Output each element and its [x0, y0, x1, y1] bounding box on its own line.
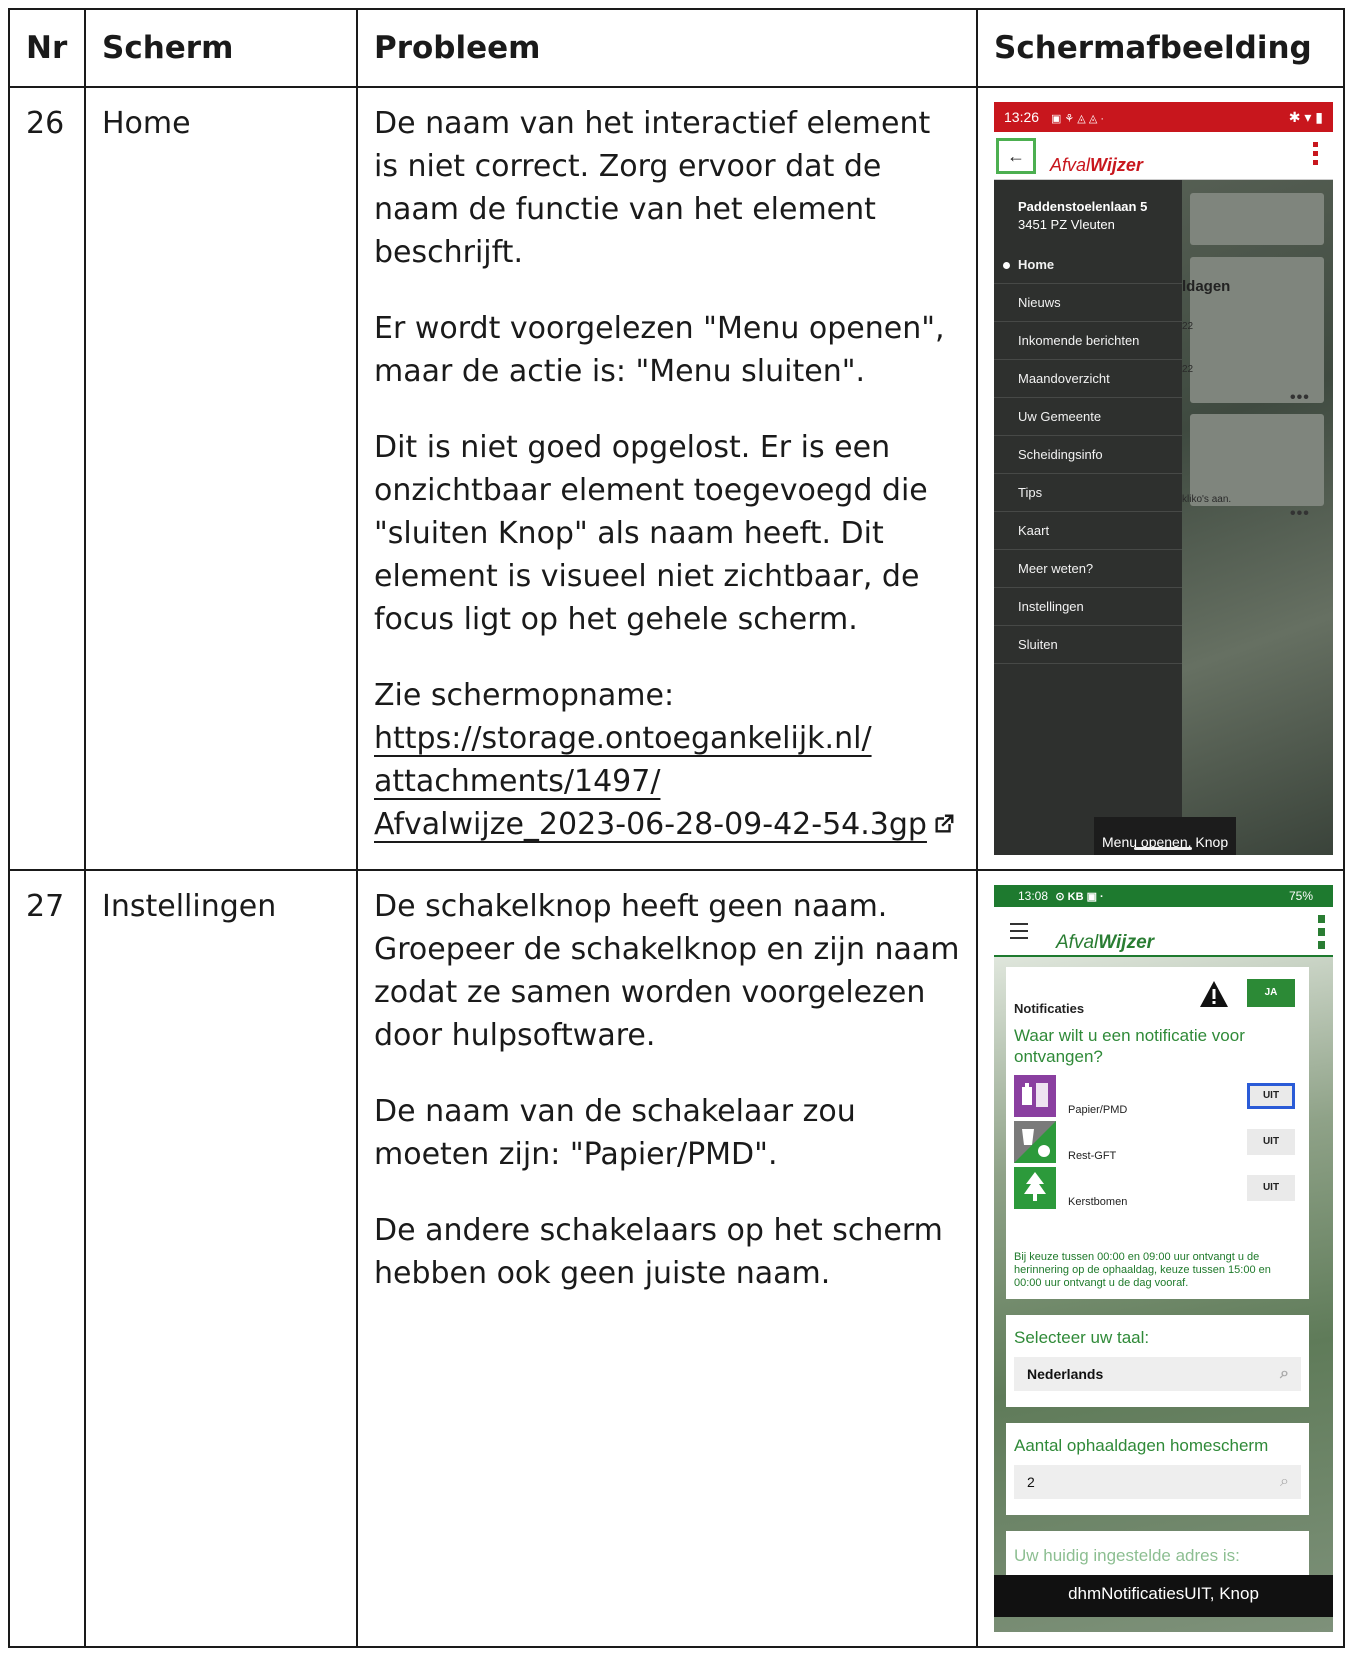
probleem-paragraph: Zie schermopname:: [374, 678, 675, 713]
battery-level: 75%: [1288, 889, 1313, 903]
external-link-icon: [935, 814, 954, 833]
app-bar: ← AfvalWijzer: [994, 132, 1333, 180]
logo-bold: Wijzer: [1098, 932, 1155, 953]
probleem-paragraph: De andere schakelaars op het scherm hebb…: [374, 1213, 943, 1291]
status-icons: ⊙ KB ▣ ·: [1055, 891, 1104, 903]
row-screenshot: 13:26 ▣ ⚘ ◬ ◬ · ✱ ▾ ▮ ← AfvalWijzer ldag…: [976, 86, 1345, 871]
table-header-row: Nr Scherm Probleem Schermafbeelding: [8, 8, 1345, 88]
back-arrow-icon[interactable]: ←: [996, 138, 1036, 174]
header-nr: Nr: [8, 8, 86, 88]
row-nr: 26: [8, 86, 86, 871]
drawer-item-tips[interactable]: Tips: [994, 474, 1182, 512]
overflow-menu-icon[interactable]: [1318, 915, 1325, 954]
background-card-title: ldagen: [1182, 278, 1231, 295]
background-card: [1190, 193, 1324, 245]
taal-select[interactable]: Nederlands ⌕: [1014, 1357, 1301, 1391]
status-bar: 13:26 ▣ ⚘ ◬ ◬ · ✱ ▾ ▮: [994, 102, 1333, 132]
notificaties-toggle[interactable]: JA: [1247, 979, 1295, 1007]
logo-light: Afval: [1056, 932, 1099, 953]
gesture-bar: [1134, 847, 1192, 850]
screenshot-instellingen: 13:08 ⊙ KB ▣ · 75% AfvalWijzer Notificat…: [994, 885, 1333, 1632]
address-line2: 3451 PZ Vleuten: [1018, 217, 1115, 232]
taal-label: Selecteer uw taal:: [1014, 1328, 1150, 1347]
status-icons-right: ✱ ▾ ▮: [1288, 109, 1323, 125]
taal-value: Nederlands: [1027, 1366, 1104, 1382]
kerstboom-icon: [1014, 1167, 1056, 1209]
recording-link[interactable]: https://storage.ontoegankelijk.nl/attach…: [374, 721, 955, 842]
logo-light: Afval: [1050, 155, 1091, 175]
row-probleem: De naam van het interactief element is n…: [356, 86, 978, 871]
logo-bold: Wijzer: [1090, 155, 1143, 175]
row-screenshot: 13:08 ⊙ KB ▣ · 75% AfvalWijzer Notificat…: [976, 869, 1345, 1648]
papier-pmd-toggle[interactable]: UIT: [1247, 1083, 1295, 1109]
overflow-menu-icon[interactable]: [1313, 142, 1319, 169]
background-text: 22: [1182, 321, 1194, 332]
screenshot-home: 13:26 ▣ ⚘ ◬ ◬ · ✱ ▾ ▮ ← AfvalWijzer ldag…: [994, 102, 1333, 855]
header-scherm: Scherm: [84, 8, 358, 88]
aantal-select[interactable]: 2 ⌕: [1014, 1465, 1301, 1499]
screenreader-toast: dhmNotificatiesUIT, Knop: [994, 1575, 1333, 1617]
navigation-drawer: Paddenstoelenlaan 5 3451 PZ Vleuten Home…: [994, 180, 1182, 855]
drawer-item-kaart[interactable]: Kaart: [994, 512, 1182, 550]
toggle-label: Kerstbomen: [1068, 1196, 1128, 1208]
aantal-value: 2: [1027, 1474, 1035, 1490]
drawer-item-meer-weten[interactable]: Meer weten?: [994, 550, 1182, 588]
rest-gft-toggle[interactable]: UIT: [1247, 1129, 1295, 1155]
drawer-item-sluiten[interactable]: Sluiten: [994, 626, 1182, 664]
table-row: 27 Instellingen De schakelknop heeft gee…: [8, 869, 1345, 1648]
row-probleem: De schakelknop heeft geen naam. Groepeer…: [356, 869, 978, 1648]
row-nr: 27: [8, 869, 86, 1648]
probleem-paragraph: De naam van de schakelaar zou moeten zij…: [374, 1094, 856, 1172]
probleem-paragraph: Dit is niet goed opgelost. Er is een onz…: [374, 430, 928, 637]
papier-pmd-icon: [1014, 1075, 1056, 1117]
table-row: 26 Home De naam van het interactief elem…: [8, 86, 1345, 871]
background-text: 22: [1182, 364, 1194, 375]
notificaties-label: Notificaties: [1014, 1001, 1085, 1016]
probleem-paragraph: Er wordt voorgelezen "Menu openen", maar…: [374, 311, 945, 389]
row-scherm: Home: [84, 86, 358, 871]
probleem-paragraph: De schakelknop heeft geen naam. Groepeer…: [374, 889, 960, 1053]
background-text: kliko's aan.: [1182, 494, 1232, 505]
status-icons: ▣ ⚘ ◬ ◬ ·: [1050, 113, 1104, 125]
more-dots-icon: •••: [1290, 505, 1310, 522]
header-probleem: Probleem: [356, 8, 978, 88]
hamburger-menu-icon[interactable]: [1010, 923, 1028, 944]
notificatie-question: Waar wilt u een notificatie voor ontvang…: [1014, 1026, 1245, 1066]
status-time: 13:26: [1004, 109, 1040, 125]
drawer-item-home[interactable]: Home: [994, 246, 1182, 284]
aantal-panel: Aantal ophaaldagen homescherm 2 ⌕: [1006, 1423, 1309, 1515]
drawer-item-scheidingsinfo[interactable]: Scheidingsinfo: [994, 436, 1182, 474]
header-schermafbeelding: Schermafbeelding: [976, 8, 1345, 88]
more-dots-icon: •••: [1290, 389, 1310, 406]
notificatie-note: Bij keuze tussen 00:00 en 09:00 uur ontv…: [1014, 1251, 1271, 1289]
address-line1: Paddenstoelenlaan 5: [1018, 199, 1148, 214]
toggle-label: Papier/PMD: [1068, 1104, 1128, 1116]
row-scherm: Instellingen: [84, 869, 358, 1648]
toggle-label: Rest-GFT: [1068, 1150, 1117, 1162]
link-line: https://storage.ontoegankelijk.nl/: [374, 721, 872, 756]
kerstbomen-toggle[interactable]: UIT: [1247, 1175, 1295, 1201]
link-line: attachments/1497/: [374, 764, 661, 799]
warning-icon: [1200, 981, 1228, 1007]
adres-label: Uw huidig ingestelde adres is:: [1014, 1546, 1240, 1565]
drawer-item-maandoverzicht[interactable]: Maandoverzicht: [994, 360, 1182, 398]
app-bar: AfvalWijzer: [994, 907, 1333, 957]
probleem-paragraph: De naam van het interactief element is n…: [374, 106, 931, 270]
drawer-item-nieuws[interactable]: Nieuws: [994, 284, 1182, 322]
search-icon: ⌕: [1280, 1473, 1289, 1490]
link-line: Afvalwijze_2023-06-28-09-42-54.3gp: [374, 807, 927, 842]
status-bar: 13:08 ⊙ KB ▣ · 75%: [994, 885, 1333, 907]
drawer-item-instellingen[interactable]: Instellingen: [994, 588, 1182, 626]
drawer-item-inkomende-berichten[interactable]: Inkomende berichten: [994, 322, 1182, 360]
search-icon: ⌕: [1280, 1365, 1289, 1382]
report-table: Nr Scherm Probleem Schermafbeelding 26 H…: [8, 8, 1345, 1648]
drawer-item-uw-gemeente[interactable]: Uw Gemeente: [994, 398, 1182, 436]
notificaties-panel: Notificaties JA Waar wilt u een notifica…: [1006, 967, 1309, 1299]
status-time: 13:08: [1018, 889, 1049, 903]
taal-panel: Selecteer uw taal: Nederlands ⌕: [1006, 1315, 1309, 1407]
rest-gft-icon: [1014, 1121, 1056, 1163]
aantal-label: Aantal ophaaldagen homescherm: [1014, 1436, 1269, 1455]
drawer-address: Paddenstoelenlaan 5 3451 PZ Vleuten: [994, 180, 1182, 246]
